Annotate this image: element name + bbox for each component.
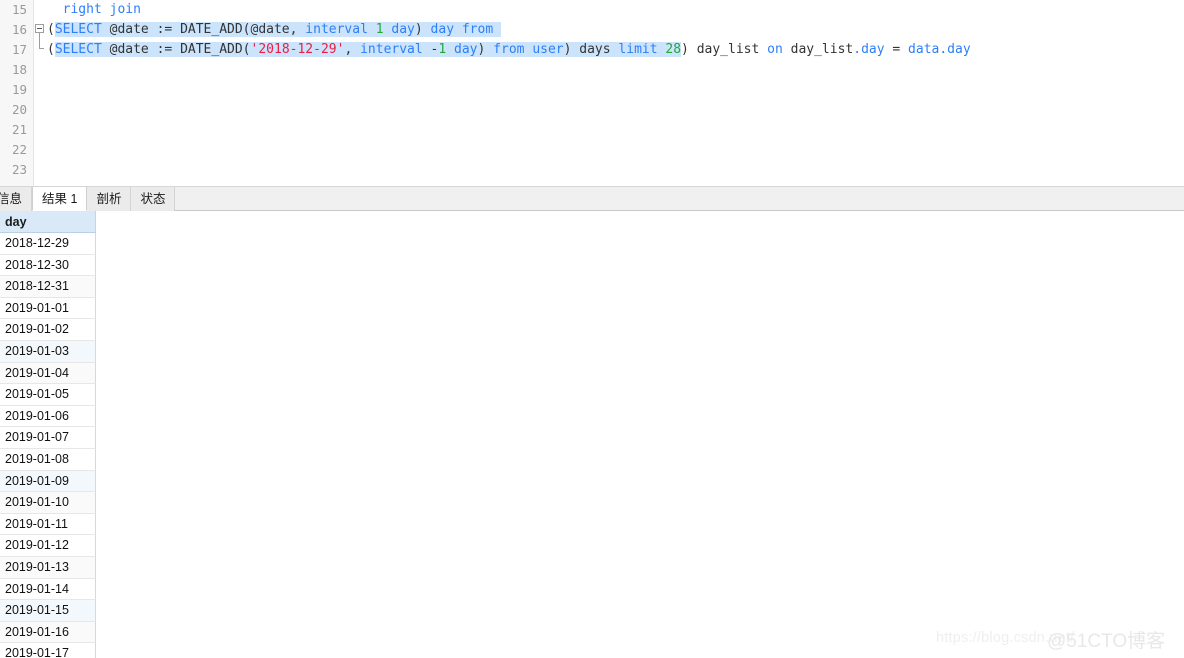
code-token: ,	[344, 42, 361, 57]
code-token: limit	[618, 42, 658, 57]
table-row[interactable]: 2019-01-12	[0, 535, 96, 557]
line-number: 15	[11, 2, 27, 17]
table-row[interactable]: 2019-01-01	[0, 297, 96, 320]
table-row[interactable]: 2019-01-11	[0, 513, 96, 536]
code-token: -	[422, 42, 439, 57]
line-number: 23	[11, 162, 27, 177]
tab-2[interactable]: 剖析	[87, 187, 132, 211]
table-row[interactable]: 2019-01-13	[0, 556, 96, 579]
table-row[interactable]: 2018-12-29	[0, 233, 96, 255]
code-token: from	[493, 42, 525, 57]
code-token: day	[430, 22, 455, 37]
table-row[interactable]: 2019-01-10	[0, 492, 96, 514]
fold-range-line	[39, 33, 40, 48]
code-line[interactable]: right join	[47, 0, 141, 20]
line-number: 19	[11, 82, 27, 97]
line-number: 20	[11, 102, 27, 117]
table-row[interactable]: 2019-01-14	[0, 578, 96, 601]
code-token: data	[908, 42, 940, 57]
table-row[interactable]: 2019-01-09	[0, 470, 96, 493]
code-token	[367, 22, 376, 37]
result-tab-bar[interactable]: 信息 结果 1 剖析 状态	[0, 186, 1184, 211]
table-row[interactable]: 2019-01-07	[0, 427, 96, 449]
code-token: (	[47, 22, 55, 37]
result-grid-column-day[interactable]: day 2018-12-29 2018-12-30 2018-12-31 2019-0…	[0, 211, 96, 658]
code-token: .day	[939, 42, 971, 57]
code-line[interactable]: (SELECT @date := DATE_ADD(@date, interva…	[47, 20, 501, 40]
code-token	[446, 42, 455, 57]
tab-0[interactable]: 信息	[0, 187, 33, 211]
code-token: .day	[853, 42, 885, 57]
result-grid[interactable]: day 2018-12-29 2018-12-30 2018-12-31 2019-0…	[0, 211, 1184, 658]
tab-label: 信息	[0, 192, 23, 206]
fold-range-end-tick	[39, 48, 44, 49]
tab-1[interactable]: 结果 1	[32, 187, 88, 211]
line-number: 21	[11, 122, 27, 137]
code-token: on	[767, 42, 783, 57]
code-token	[454, 22, 462, 37]
table-row[interactable]: 2019-01-08	[0, 448, 96, 471]
sql-editor-pane[interactable]: 15 16 17 18 19 20 21 22 23 right join (SELECT @da…	[0, 0, 1184, 186]
tab-label: 剖析	[96, 192, 122, 206]
code-token: @date := DATE_ADD(	[101, 42, 251, 57]
code-token: 28	[665, 42, 682, 57]
code-token: ) day_list	[681, 42, 768, 57]
code-token: day	[454, 42, 478, 57]
line-number: 17	[11, 42, 27, 57]
code-token	[493, 22, 501, 37]
table-row[interactable]: 2019-01-04	[0, 362, 96, 385]
table-row[interactable]: 2019-01-06	[0, 405, 96, 428]
code-token: =	[884, 42, 909, 57]
code-token: interval	[360, 42, 423, 57]
table-row[interactable]: 2019-01-17	[0, 643, 96, 658]
tab-label: 状态	[140, 192, 166, 206]
table-row[interactable]: 2019-01-02	[0, 319, 96, 341]
code-token: ) days	[563, 42, 619, 57]
code-token: day_list	[782, 42, 854, 57]
line-number: 22	[11, 142, 27, 157]
code-token: SELECT	[54, 42, 102, 57]
result-grid-rows[interactable]: 2018-12-29 2018-12-30 2018-12-31 2019-01-01…	[0, 233, 96, 658]
code-token: 1	[375, 22, 384, 37]
code-token: @date := DATE_ADD(@date,	[101, 22, 306, 37]
table-row[interactable]: 2019-01-16	[0, 621, 96, 644]
column-header-day[interactable]: day	[0, 211, 96, 233]
code-token: SELECT	[54, 22, 102, 37]
code-line[interactable]: (SELECT @date := DATE_ADD('2018-12-29', …	[47, 40, 971, 60]
table-row[interactable]: 2019-01-05	[0, 384, 96, 406]
collapse-fold-icon[interactable]	[35, 24, 44, 33]
line-number: 18	[11, 62, 27, 77]
code-token: right join	[62, 2, 141, 17]
code-token: '2018-12-29'	[250, 42, 345, 57]
table-row[interactable]: 2018-12-30	[0, 254, 96, 277]
code-token: user	[532, 42, 564, 57]
table-row[interactable]: 2019-01-15	[0, 600, 96, 622]
tab-label: 结果 1	[42, 192, 78, 206]
code-token: day	[391, 22, 415, 37]
code-token: interval	[305, 22, 368, 37]
code-fold-column[interactable]	[33, 0, 47, 186]
table-row[interactable]: 2018-12-31	[0, 276, 96, 298]
table-row[interactable]: 2019-01-03	[0, 340, 96, 363]
watermark-brand: @51CTO博客	[1047, 631, 1166, 652]
code-token: (	[47, 42, 55, 57]
code-token: from	[461, 22, 494, 37]
line-number: 16	[11, 22, 27, 37]
code-token: )	[414, 22, 431, 37]
code-token: )	[477, 42, 494, 57]
tab-3[interactable]: 状态	[131, 187, 176, 211]
